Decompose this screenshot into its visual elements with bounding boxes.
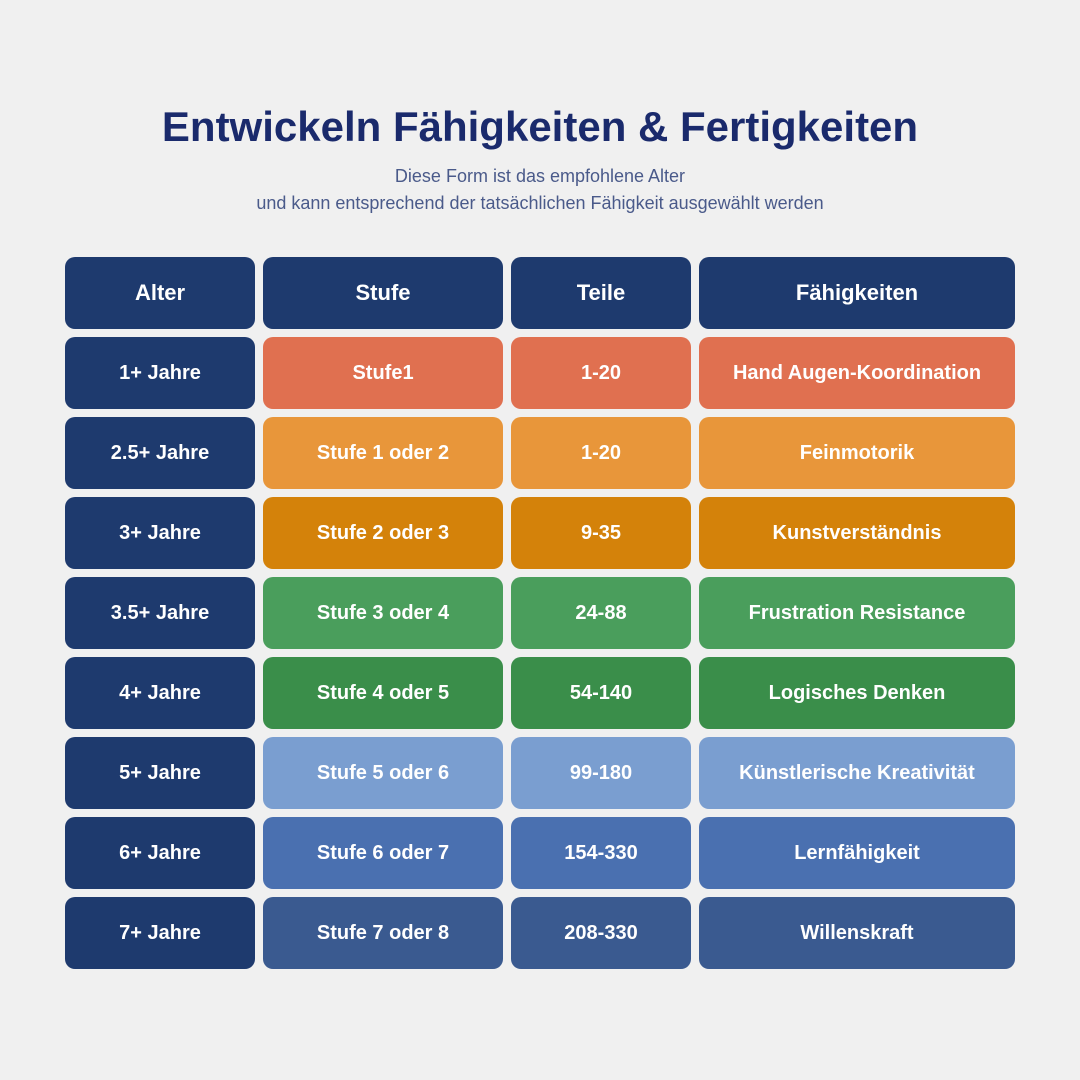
cell-alter-6: 6+ Jahre <box>65 817 255 889</box>
cell-teile-6: 154-330 <box>511 817 691 889</box>
page-subtitle: Diese Form ist das empfohlene Alter und … <box>256 163 823 217</box>
table-row: 2.5+ Jahre Stufe 1 oder 2 1-20 Feinmotor… <box>65 417 1015 489</box>
cell-alter-0: 1+ Jahre <box>65 337 255 409</box>
cell-faehigkeit-3: Frustration Resistance <box>699 577 1015 649</box>
cell-faehigkeit-7: Willenskraft <box>699 897 1015 969</box>
cell-teile-4: 54-140 <box>511 657 691 729</box>
cell-alter-3: 3.5+ Jahre <box>65 577 255 649</box>
cell-stufe-0: Stufe1 <box>263 337 503 409</box>
cell-teile-5: 99-180 <box>511 737 691 809</box>
table-row: 6+ Jahre Stufe 6 oder 7 154-330 Lernfähi… <box>65 817 1015 889</box>
cell-stufe-1: Stufe 1 oder 2 <box>263 417 503 489</box>
header-stufe: Stufe <box>263 257 503 329</box>
header-teile: Teile <box>511 257 691 329</box>
cell-stufe-5: Stufe 5 oder 6 <box>263 737 503 809</box>
table-header-row: Alter Stufe Teile Fähigkeiten <box>65 257 1015 329</box>
table-row: 3.5+ Jahre Stufe 3 oder 4 24-88 Frustrat… <box>65 577 1015 649</box>
cell-stufe-2: Stufe 2 oder 3 <box>263 497 503 569</box>
cell-faehigkeit-6: Lernfähigkeit <box>699 817 1015 889</box>
cell-teile-1: 1-20 <box>511 417 691 489</box>
page-title: Entwickeln Fähigkeiten & Fertigkeiten <box>162 103 918 151</box>
cell-alter-2: 3+ Jahre <box>65 497 255 569</box>
cell-stufe-4: Stufe 4 oder 5 <box>263 657 503 729</box>
cell-faehigkeit-1: Feinmotorik <box>699 417 1015 489</box>
cell-faehigkeit-2: Kunstverständnis <box>699 497 1015 569</box>
header-alter: Alter <box>65 257 255 329</box>
cell-stufe-3: Stufe 3 oder 4 <box>263 577 503 649</box>
cell-stufe-7: Stufe 7 oder 8 <box>263 897 503 969</box>
cell-stufe-6: Stufe 6 oder 7 <box>263 817 503 889</box>
header-faehigkeiten: Fähigkeiten <box>699 257 1015 329</box>
table-row: 3+ Jahre Stufe 2 oder 3 9-35 Kunstverstä… <box>65 497 1015 569</box>
cell-alter-5: 5+ Jahre <box>65 737 255 809</box>
table-row: 1+ Jahre Stufe1 1-20 Hand Augen-Koordina… <box>65 337 1015 409</box>
table-row: 7+ Jahre Stufe 7 oder 8 208-330 Willensk… <box>65 897 1015 969</box>
cell-alter-1: 2.5+ Jahre <box>65 417 255 489</box>
skills-table: Alter Stufe Teile Fähigkeiten 1+ Jahre S… <box>65 257 1015 977</box>
table-row: 5+ Jahre Stufe 5 oder 6 99-180 Künstleri… <box>65 737 1015 809</box>
cell-teile-0: 1-20 <box>511 337 691 409</box>
cell-teile-7: 208-330 <box>511 897 691 969</box>
table-row: 4+ Jahre Stufe 4 oder 5 54-140 Logisches… <box>65 657 1015 729</box>
subtitle-line1: Diese Form ist das empfohlene Alter <box>395 166 685 186</box>
cell-faehigkeit-0: Hand Augen-Koordination <box>699 337 1015 409</box>
subtitle-line2: und kann entsprechend der tatsächlichen … <box>256 193 823 213</box>
cell-teile-2: 9-35 <box>511 497 691 569</box>
table-body: 1+ Jahre Stufe1 1-20 Hand Augen-Koordina… <box>65 337 1015 969</box>
cell-alter-4: 4+ Jahre <box>65 657 255 729</box>
cell-faehigkeit-4: Logisches Denken <box>699 657 1015 729</box>
cell-faehigkeit-5: Künstlerische Kreativität <box>699 737 1015 809</box>
cell-alter-7: 7+ Jahre <box>65 897 255 969</box>
cell-teile-3: 24-88 <box>511 577 691 649</box>
main-container: Entwickeln Fähigkeiten & Fertigkeiten Di… <box>65 103 1015 977</box>
